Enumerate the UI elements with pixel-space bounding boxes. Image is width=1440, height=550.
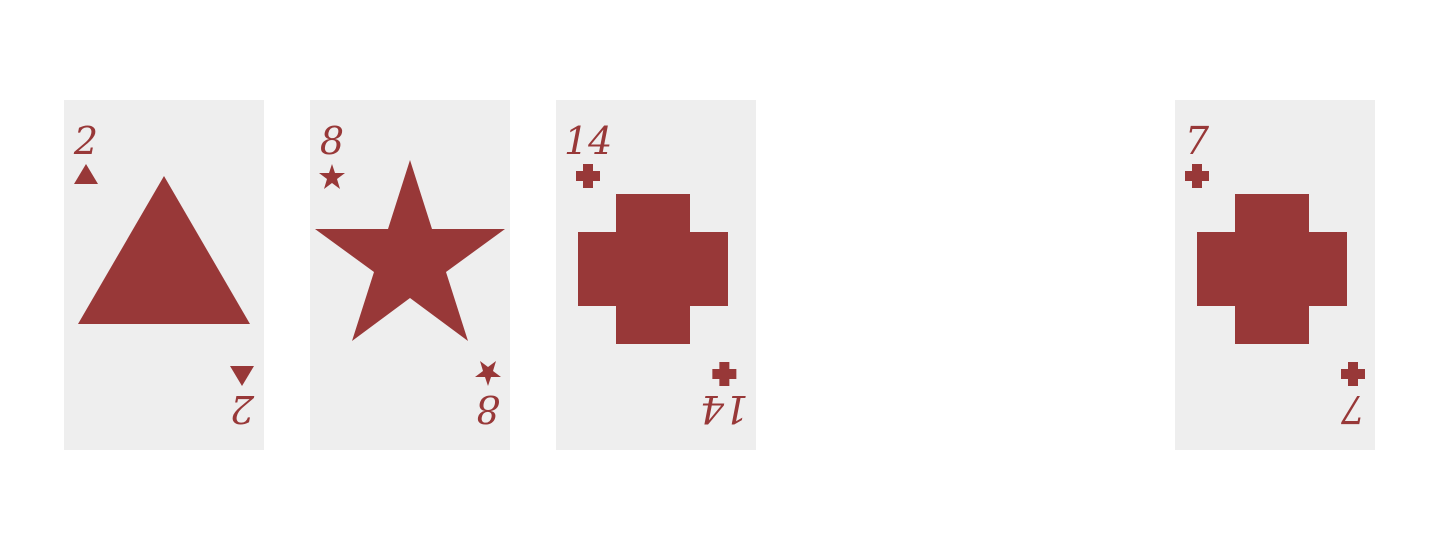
cross-icon (578, 194, 728, 344)
card-rank: 8 (319, 119, 345, 163)
star-icon (475, 361, 501, 386)
card-corner-top-left: 7 (1183, 122, 1211, 190)
card-rank: 7 (1184, 119, 1210, 163)
card-rank: 14 (699, 387, 748, 431)
playing-card[interactable]: 8 8 (310, 100, 510, 450)
card-corner-bottom-right: 8 (474, 360, 502, 431)
triangle-icon (78, 176, 250, 324)
triangle-icon (230, 366, 254, 386)
card-rank: 8 (475, 387, 501, 431)
card-rank: 2 (73, 119, 99, 163)
cross-icon (1341, 362, 1365, 386)
playing-card[interactable]: 14 14 (556, 100, 756, 450)
star-icon (315, 160, 505, 341)
playing-card[interactable]: 2 2 (64, 100, 264, 450)
card-corner-bottom-right: 2 (228, 360, 256, 431)
card-rank: 14 (564, 119, 613, 163)
playing-card[interactable]: 7 7 (1175, 100, 1375, 450)
card-rank: 2 (229, 387, 255, 431)
card-corner-bottom-right: 14 (699, 360, 748, 431)
cross-icon (711, 362, 736, 386)
card-rank: 7 (1340, 387, 1366, 431)
cross-icon (576, 164, 601, 188)
cross-icon (1197, 194, 1347, 344)
card-corner-bottom-right: 7 (1339, 360, 1367, 431)
card-corner-top-left: 14 (564, 122, 612, 190)
cross-icon (1185, 164, 1209, 188)
